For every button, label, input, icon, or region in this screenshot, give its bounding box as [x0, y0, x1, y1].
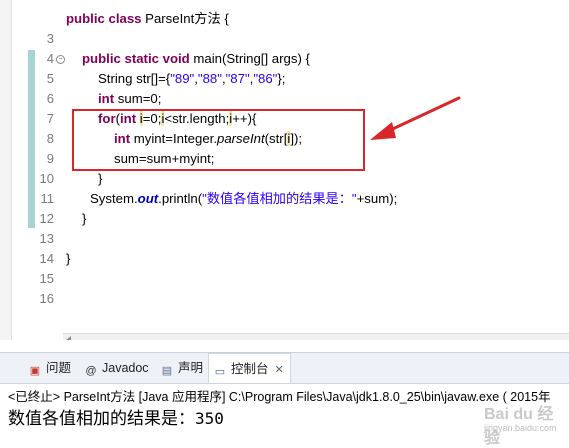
close-icon[interactable]: ✕ — [275, 364, 284, 376]
watermark-url: jingyan.baidu.com — [484, 423, 557, 433]
tab-problems[interactable]: ▣ 问题 — [28, 353, 71, 383]
annotation-arrow-icon — [370, 96, 461, 140]
at-icon: @ — [85, 365, 97, 377]
output-label: 数值各值相加的结果是： — [8, 409, 195, 428]
horizontal-scrollbar[interactable] — [63, 333, 569, 340]
declaration-icon: ▤ — [161, 365, 173, 377]
console-icon: ▭ — [214, 366, 226, 378]
tab-label: Javadoc — [102, 361, 149, 375]
output-value: 350 — [195, 409, 224, 428]
scroll-left-icon[interactable] — [66, 336, 71, 340]
tab-console[interactable]: ▭ 控制台 ✕ — [208, 353, 291, 383]
panel-tab-bar: ▣ 问题 @ Javadoc ▤ 声明 ▭ 控制台 ✕ — [0, 353, 569, 384]
tab-declaration[interactable]: ▤ 声明 — [160, 353, 203, 383]
console-status-line: <已终止> ParseInt方法 [Java 应用程序] C:\Program … — [8, 390, 551, 404]
tab-javadoc[interactable]: @ Javadoc — [84, 353, 149, 383]
problems-icon: ▣ — [29, 365, 41, 377]
code-editor[interactable]: 3 public class ParseInt方法 { 4 5 − public… — [0, 0, 569, 340]
tab-label: 问题 — [46, 361, 72, 375]
console-output: 数值各值相加的结果是：350 — [8, 404, 224, 429]
tab-label: 控制台 — [231, 362, 269, 376]
tab-label: 声明 — [178, 361, 204, 375]
